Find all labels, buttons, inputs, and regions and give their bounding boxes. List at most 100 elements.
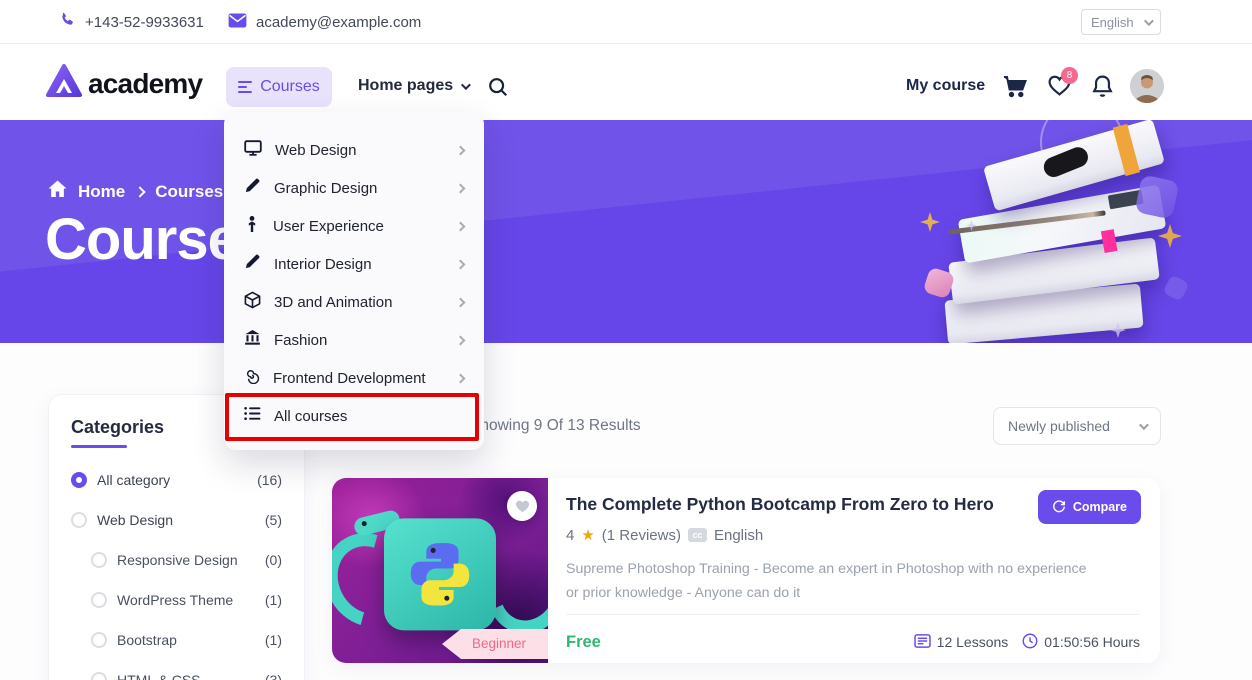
radio-icon[interactable] xyxy=(91,552,107,568)
category-label: HTML & CSS xyxy=(117,672,255,680)
phone-contact[interactable]: +143-52-9933631 xyxy=(58,0,204,44)
menu-item-web-design[interactable]: Web Design xyxy=(224,131,484,169)
clock-icon xyxy=(1022,633,1038,652)
category-label: All category xyxy=(97,472,247,488)
menu-item-label: User Experience xyxy=(273,218,444,235)
user-icon xyxy=(244,215,260,238)
wishlist-count-badge: 8 xyxy=(1061,67,1078,84)
radio-icon[interactable] xyxy=(91,592,107,608)
chevron-right-icon xyxy=(456,259,466,269)
compare-label: Compare xyxy=(1073,500,1127,514)
menu-item-interior-design[interactable]: Interior Design xyxy=(224,245,484,283)
wishlist-button[interactable]: 8 xyxy=(1047,74,1072,102)
course-thumbnail[interactable]: Beginner xyxy=(332,478,548,663)
chevron-right-icon xyxy=(456,221,466,231)
language-select[interactable]: English xyxy=(1081,9,1161,35)
category-responsive-design[interactable]: Responsive Design (0) xyxy=(91,552,282,568)
monitor-icon xyxy=(244,139,262,162)
closed-caption-icon xyxy=(688,528,707,542)
lessons-icon xyxy=(914,634,931,651)
menu-item-graphic-design[interactable]: Graphic Design xyxy=(224,169,484,207)
brand-name: academy xyxy=(88,68,202,100)
menu-item-user-experience[interactable]: User Experience xyxy=(224,207,484,245)
hero-banner: Home Courses Courses xyxy=(0,120,1252,343)
list-icon xyxy=(244,406,261,426)
radio-icon[interactable] xyxy=(91,632,107,648)
category-bootstrap[interactable]: Bootstrap (1) xyxy=(91,632,282,648)
menu-item-all-courses[interactable]: All courses xyxy=(224,397,484,435)
results-summary: Showing 9 Of 13 Results xyxy=(470,417,641,435)
envelope-icon xyxy=(228,13,247,32)
category-count: (3) xyxy=(265,672,282,680)
phone-icon xyxy=(58,11,76,33)
menu-item-fashion[interactable]: Fashion xyxy=(224,321,484,359)
category-count: (0) xyxy=(265,552,282,568)
topbar: +143-52-9933631 academy@example.com Engl… xyxy=(0,0,1252,44)
menu-lines-icon xyxy=(238,81,252,93)
nav-courses-button[interactable]: Courses xyxy=(226,67,332,107)
avatar[interactable] xyxy=(1130,69,1164,103)
lessons-text: 12 Lessons xyxy=(937,634,1009,650)
category-count: (1) xyxy=(265,592,282,608)
chevron-right-icon xyxy=(456,183,466,193)
chevron-down-icon xyxy=(461,80,471,90)
course-footer: Free 12 Lessons 01:50:56 Hours xyxy=(566,625,1140,659)
search-button[interactable] xyxy=(487,76,509,103)
chevron-down-icon xyxy=(1144,16,1154,26)
course-details: The Complete Python Bootcamp From Zero t… xyxy=(548,478,1160,663)
rating-value: 4 xyxy=(566,527,574,544)
category-label: Bootstrap xyxy=(117,632,255,648)
menu-item-label: Fashion xyxy=(274,332,444,349)
menu-item-label: Graphic Design xyxy=(274,180,444,197)
category-web-design[interactable]: Web Design (5) xyxy=(71,512,282,528)
my-course-link[interactable]: My course xyxy=(906,77,985,95)
chevron-right-icon xyxy=(456,297,466,307)
brand-logo[interactable]: academy xyxy=(46,64,202,103)
books-illustration xyxy=(920,124,1190,343)
bank-icon xyxy=(244,329,261,351)
category-all-category[interactable]: All category (16) xyxy=(71,472,282,488)
course-title[interactable]: The Complete Python Bootcamp From Zero t… xyxy=(566,494,1036,515)
polyhedron-decoration xyxy=(1134,174,1179,219)
menu-item-3d-animation[interactable]: 3D and Animation xyxy=(224,283,484,321)
radio-selected-icon[interactable] xyxy=(71,472,87,488)
lessons-stat: 12 Lessons xyxy=(914,634,1009,651)
menu-item-frontend-development[interactable]: Frontend Development xyxy=(224,359,484,397)
radio-icon[interactable] xyxy=(91,672,107,680)
nav-courses-label: Courses xyxy=(260,78,320,96)
nav-home-pages[interactable]: Home pages xyxy=(358,77,468,95)
menu-item-label: Web Design xyxy=(275,142,444,159)
chevron-right-icon xyxy=(456,145,466,155)
python-logo xyxy=(384,518,496,630)
radio-icon[interactable] xyxy=(71,512,87,528)
menu-item-label: Interior Design xyxy=(274,256,444,273)
category-label: Responsive Design xyxy=(117,552,255,568)
cube-icon xyxy=(244,291,261,314)
course-language: English xyxy=(714,527,763,544)
phone-number: +143-52-9933631 xyxy=(85,14,204,31)
sort-select[interactable]: Newly published xyxy=(993,407,1161,445)
compare-button[interactable]: Compare xyxy=(1038,490,1141,524)
home-icon[interactable] xyxy=(48,180,67,203)
category-wordpress-theme[interactable]: WordPress Theme (1) xyxy=(91,592,282,608)
course-card[interactable]: Beginner The Complete Python Bootcamp Fr… xyxy=(332,478,1160,663)
menu-item-label: Frontend Development xyxy=(273,370,444,387)
favorite-button[interactable] xyxy=(507,491,537,521)
language-value: English xyxy=(1091,15,1134,30)
page: +143-52-9933631 academy@example.com Engl… xyxy=(0,0,1252,680)
reviews-count: (1 Reviews) xyxy=(602,527,681,544)
chevron-right-icon xyxy=(456,335,466,345)
compare-icon xyxy=(1052,499,1066,516)
breadcrumb-home[interactable]: Home xyxy=(78,182,125,202)
chevron-right-icon xyxy=(456,373,466,383)
star-decoration xyxy=(920,212,940,232)
email-contact[interactable]: academy@example.com xyxy=(228,0,421,44)
notifications-button[interactable] xyxy=(1091,74,1114,104)
category-html-css[interactable]: HTML & CSS (3) xyxy=(91,672,282,680)
spiral-icon xyxy=(244,368,260,389)
category-label: WordPress Theme xyxy=(117,592,255,608)
divider xyxy=(566,614,1140,615)
category-count: (5) xyxy=(265,512,282,528)
pen-icon xyxy=(244,253,261,275)
cart-button[interactable] xyxy=(1002,74,1028,103)
